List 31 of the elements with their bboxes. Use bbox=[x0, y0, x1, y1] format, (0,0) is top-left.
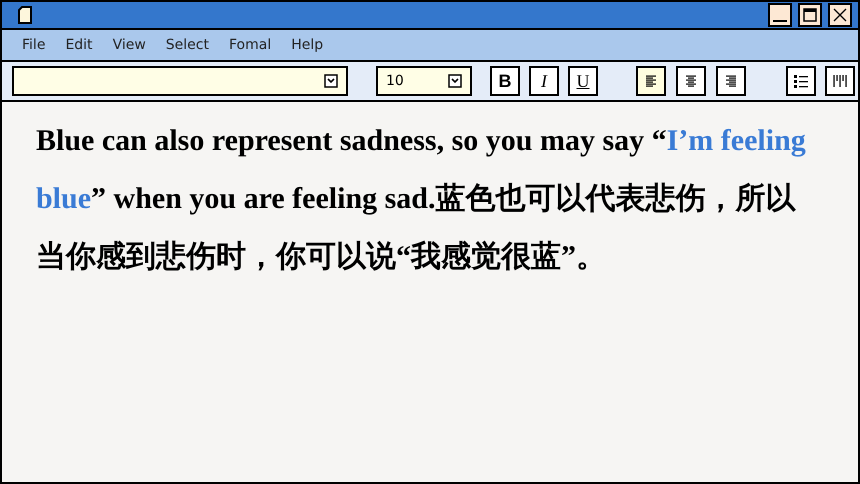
menu-item[interactable]: Select bbox=[166, 34, 209, 56]
font-field[interactable] bbox=[12, 66, 348, 96]
menu-item[interactable]: Help bbox=[291, 34, 324, 56]
maximize-icon bbox=[803, 8, 817, 22]
paragraph: Blue can also represent sadness, so you may say “I’m feeling blue” when you are feeling sad.蓝色也可以代表悲伤，所以当你感到悲伤时，你可以说“我感觉很蓝”。 bbox=[36, 123, 807, 275]
align-center-icon bbox=[684, 74, 698, 88]
menu-item[interactable]: Fomal bbox=[229, 34, 272, 56]
align-right-icon bbox=[724, 74, 738, 88]
underline-button[interactable]: U bbox=[568, 66, 598, 96]
minimize-icon bbox=[773, 20, 787, 22]
italic-button[interactable]: I bbox=[529, 66, 559, 96]
close-icon bbox=[833, 8, 847, 22]
bullet-list-icon bbox=[793, 73, 809, 89]
menu-item[interactable]: File bbox=[22, 34, 46, 56]
maximize-button[interactable] bbox=[798, 3, 822, 27]
align-left-button[interactable] bbox=[636, 66, 666, 96]
menu-item[interactable]: View bbox=[112, 34, 146, 56]
columns-button[interactable] bbox=[825, 66, 855, 96]
columns-icon bbox=[832, 73, 848, 89]
align-left-icon bbox=[644, 74, 658, 88]
align-right-button[interactable] bbox=[716, 66, 746, 96]
close-button[interactable] bbox=[828, 3, 852, 27]
size-field[interactable]: 10 bbox=[376, 66, 472, 96]
align-center-button[interactable] bbox=[676, 66, 706, 96]
bold-button[interactable]: B bbox=[490, 66, 520, 96]
menu-item[interactable]: Edit bbox=[65, 34, 93, 56]
bullet-list-button[interactable] bbox=[786, 66, 816, 96]
caret-icon bbox=[448, 74, 462, 88]
caret-icon bbox=[324, 74, 338, 88]
minimize-button[interactable] bbox=[768, 3, 792, 27]
document-icon bbox=[18, 6, 32, 24]
